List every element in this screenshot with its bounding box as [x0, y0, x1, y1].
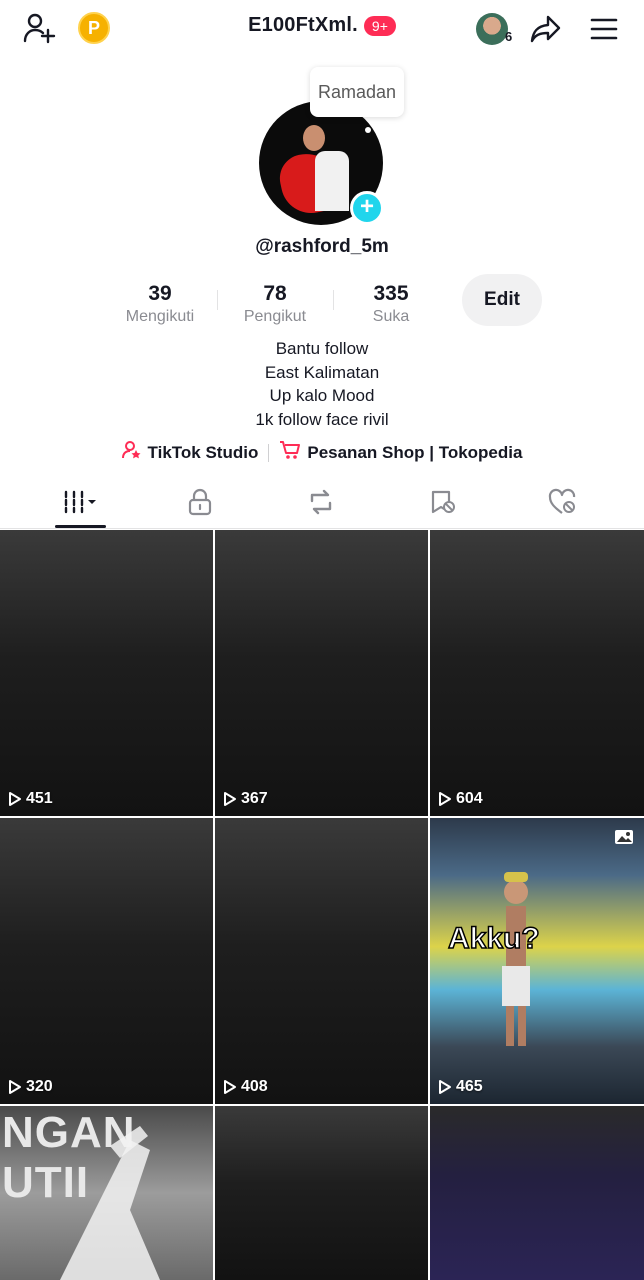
notification-badge: 9+	[363, 15, 396, 36]
view-count: 320	[8, 1078, 53, 1096]
content-tabs	[0, 480, 644, 528]
shop-orders-link[interactable]: Pesanan Shop | Tokopedia	[279, 440, 522, 465]
view-count: 465	[438, 1078, 483, 1096]
video-tile[interactable]: 604	[430, 530, 644, 816]
video-tile[interactable]: 451	[0, 530, 213, 816]
heart-icon	[548, 488, 578, 521]
top-bar: P E100FtXml. 9+ 6	[0, 0, 644, 58]
video-tile[interactable]: 320	[0, 818, 213, 1104]
stat-following-value: 39	[148, 282, 172, 305]
link-divider	[268, 443, 270, 462]
bio-line: East Kalimatan	[264, 362, 380, 382]
share-icon[interactable]	[528, 12, 564, 46]
play-icon	[9, 1080, 21, 1094]
edit-profile-button[interactable]: Edit	[462, 274, 542, 326]
stat-followers-value: 78	[263, 282, 287, 305]
play-icon	[439, 792, 451, 806]
repost-icon	[306, 489, 336, 520]
video-tile[interactable]: 408	[215, 818, 428, 1104]
video-tile[interactable]	[430, 1106, 644, 1280]
tab-reposts[interactable]	[271, 480, 371, 528]
cart-icon	[279, 440, 301, 465]
page-title: E100FtXml.	[248, 14, 358, 36]
photo-icon	[614, 828, 634, 851]
video-tile[interactable]: 367	[215, 530, 428, 816]
tab-liked[interactable]	[513, 480, 613, 528]
note-bubble-tail	[365, 127, 371, 133]
video-tile[interactable]	[215, 1106, 428, 1280]
grid-icon	[60, 489, 100, 520]
play-icon	[439, 1080, 451, 1094]
stat-likes[interactable]: 335 Suka	[333, 282, 449, 326]
bio-line: Bantu follow	[275, 339, 369, 358]
play-icon	[224, 792, 236, 806]
tab-videos[interactable]	[30, 480, 130, 528]
video-tile[interactable]: NGAN UTII	[0, 1106, 213, 1280]
add-story-button[interactable]: +	[350, 191, 384, 225]
bookmark-icon	[429, 488, 457, 521]
play-icon	[224, 1080, 236, 1094]
tab-favorites[interactable]	[393, 480, 493, 528]
profile-avatar[interactable]: +	[259, 101, 384, 225]
profile-stats: 39 Mengikuti 78 Pengikut 335 Suka	[100, 282, 450, 326]
view-count-value: 451	[26, 790, 53, 807]
view-count-value: 367	[241, 790, 268, 807]
menu-icon[interactable]	[586, 12, 622, 46]
stat-followers[interactable]: 78 Pengikut	[217, 282, 333, 326]
lock-icon	[187, 488, 213, 521]
view-count: 408	[223, 1078, 268, 1096]
view-count-value: 465	[456, 1078, 483, 1095]
friends-avatar[interactable]	[476, 13, 508, 45]
stat-following[interactable]: 39 Mengikuti	[102, 282, 218, 326]
friend-count: 6	[505, 29, 513, 44]
play-icon	[9, 792, 21, 806]
stat-followers-label: Pengikut	[243, 308, 307, 325]
video-tile[interactable]: Akku? 465	[430, 818, 644, 1104]
game-character-thumbnail	[502, 872, 530, 1046]
profile-links: TikTok Studio Pesanan Shop | Tokopedia	[0, 440, 644, 465]
tabs-divider	[0, 528, 644, 529]
tiktok-studio-link[interactable]: TikTok Studio	[121, 440, 259, 465]
view-count-value: 320	[26, 1078, 53, 1095]
note-bubble[interactable]: Ramadan	[310, 67, 404, 117]
tab-private[interactable]	[150, 480, 250, 528]
view-count-value: 604	[456, 790, 483, 807]
stat-likes-label: Suka	[372, 308, 410, 325]
bio-line: 1k follow face rivil	[255, 409, 389, 429]
view-count: 604	[438, 790, 483, 808]
stat-likes-value: 335	[373, 282, 409, 305]
link-label: Pesanan Shop | Tokopedia	[307, 442, 523, 462]
view-count-value: 408	[241, 1078, 268, 1095]
bio: Bantu follow East Kalimatan Up kalo Mood…	[0, 337, 644, 431]
bio-line: Up kalo Mood	[269, 386, 375, 405]
username: @rashford_5m	[255, 236, 389, 257]
video-caption: Akku?	[447, 921, 540, 956]
stat-following-label: Mengikuti	[125, 308, 195, 325]
studio-icon	[121, 440, 142, 465]
view-count: 451	[8, 790, 53, 808]
view-count: 367	[223, 790, 268, 808]
silhouette-thumbnail	[60, 1126, 160, 1280]
link-label: TikTok Studio	[147, 442, 259, 462]
